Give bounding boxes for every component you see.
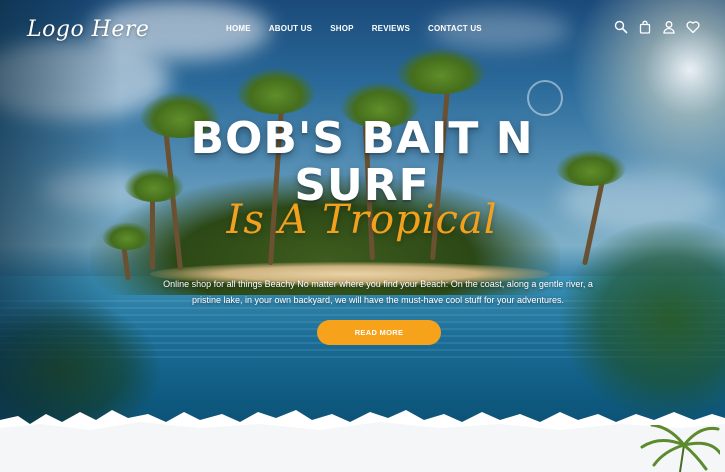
nav-home-link[interactable]: HOME [226,24,251,33]
search-icon[interactable] [614,20,628,34]
hero-title-line-1: BOB'S BAIT N [190,113,534,164]
shopping-bag-icon[interactable] [638,20,652,34]
header-icons [614,20,700,34]
read-more-button[interactable]: READ MORE [317,320,441,345]
main-nav: HOME ABOUT US SHOP REVIEWS CONTACT US [226,24,482,33]
user-icon[interactable] [662,20,676,34]
logo[interactable]: Logo Here [27,17,149,42]
nav-shop-link[interactable]: SHOP [330,24,353,33]
hero-description-line-2: pristine lake, in your own backyard, we … [191,295,564,305]
hero-description: Online shop for all things Beachy No mat… [128,276,628,308]
site-header: Logo Here HOME ABOUT US SHOP REVIEWS CON… [0,0,725,60]
nav-contact-us-link[interactable]: CONTACT US [428,24,482,33]
nav-about-us-link[interactable]: ABOUT US [269,24,312,33]
hero-description-line-1: Online shop for all things Beachy No mat… [163,279,593,289]
nav-reviews-link[interactable]: REVIEWS [372,24,410,33]
hero-title: BOB'S BAIT N SURF [150,115,574,209]
hero-subtitle: Is A Tropical [226,197,498,243]
heart-icon[interactable] [686,20,700,34]
